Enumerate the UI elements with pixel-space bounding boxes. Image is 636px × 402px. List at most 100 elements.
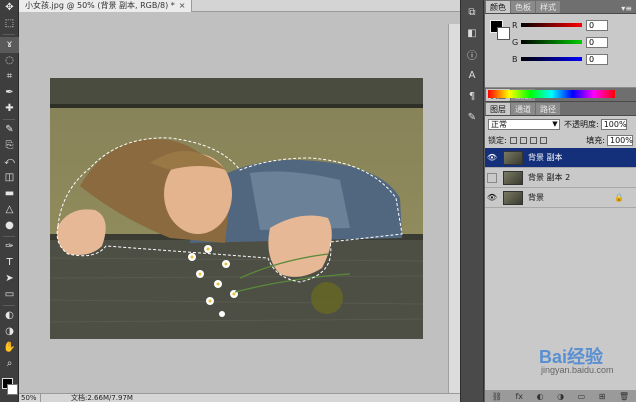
zoom-level[interactable]: 50% [19,394,41,402]
background-color-swatch[interactable] [497,27,510,40]
eraser-tool-icon[interactable]: ◫ [0,170,19,186]
canvas-area[interactable] [19,12,460,402]
layers-footer-icon[interactable]: ▭ [578,392,586,401]
channel-slider-r[interactable] [521,23,582,27]
healing-tool-icon[interactable]: ✚ [0,101,19,117]
stamp-tool-icon[interactable]: ⎘ [0,138,19,154]
layer-name: 背景 [528,193,544,202]
3d-orbit-tool-icon[interactable]: ◑ [0,324,19,340]
channel-slider-b[interactable] [521,57,582,61]
3d-rotate-tool-icon[interactable]: ◐ [0,308,19,324]
visibility-eye-icon[interactable]: 👁 [485,193,499,202]
lock-position-icon[interactable] [529,136,537,144]
panel-menu-icon[interactable]: ▾≡ [621,4,636,13]
opacity-label: 不透明度: [564,119,599,129]
brush-tool-icon[interactable]: ✎ [0,122,19,138]
panels-dock: 颜色 色板 样式 ▾≡ R G B [485,0,636,402]
blur-tool-icon[interactable]: △ [0,202,19,218]
layer-row[interactable]: 👁 背景 副本 [485,148,636,168]
info-panel-icon[interactable]: ⓘ [461,45,483,63]
layers-footer-icon[interactable]: ⛓ [492,392,502,401]
baidu-watermark-url: jingyan.baidu.com [541,365,614,375]
crop-tool-icon[interactable]: ⌗ [0,69,19,85]
blend-mode-value: 正常 [491,119,507,129]
collapsed-panels-strip: ⧉ ◧ ⓘ A ¶ ✎ [460,0,484,402]
color-swatches [0,376,18,402]
toolbar-divider [3,119,15,120]
zoom-tool-icon[interactable]: ⌕ [0,356,19,372]
lock-label: 锁定: [488,135,507,145]
lock-pixels-icon[interactable] [519,136,527,144]
layer-row[interactable]: 背景 副本 2 [485,168,636,188]
fill-field[interactable]: 100% [607,134,633,146]
background-color[interactable] [7,384,18,395]
layers-footer-icon[interactable]: ⊞ [599,392,606,401]
layer-thumbnail [503,170,523,185]
channel-row-g: G [512,36,608,48]
layers-footer-icon[interactable]: ◑ [557,392,564,401]
lock-options [509,136,547,144]
history-brush-tool-icon[interactable]: ⤺ [0,154,19,170]
tab-channels[interactable]: 通道 [511,103,535,115]
lock-all-icon[interactable] [539,136,547,144]
hand-tool-icon[interactable]: ✋ [0,340,19,356]
layer-name: 背景 副本 [528,153,563,162]
tools-panel: ✥ ⬚ ɤ ◌ ⌗ ✒ ✚ ✎ ⎘ ⤺ ◫ ▬ △ ● ✑ T ➤ ▭ ◐ ◑ ✋ ⌕ [0,0,19,402]
tab-styles[interactable]: 样式 [536,1,560,13]
visibility-eye-icon[interactable]: 👁 [485,153,499,162]
tab-color[interactable]: 颜色 [486,1,510,13]
quick-select-tool-icon[interactable]: ◌ [0,53,19,69]
layer-thumbnail [503,190,523,205]
color-panel-tabs: 颜色 色板 样式 ▾≡ [485,0,636,14]
photoshop-window: ✥ ⬚ ɤ ◌ ⌗ ✒ ✚ ✎ ⎘ ⤺ ◫ ▬ △ ● ✑ T ➤ ▭ ◐ ◑ ✋ ⌕ 小女孩.jpg @ 50% (背景… [0,0,636,402]
lock-row: 锁定: 填充: 100% [485,132,636,148]
close-icon[interactable]: × [179,1,186,10]
vertical-scrollbar[interactable] [448,24,460,402]
tab-paths[interactable]: 路径 [536,103,560,115]
opacity-field[interactable]: 100% [600,118,627,130]
color-spectrum-ramp[interactable] [488,90,615,98]
chevron-down-icon: ▼ [552,120,558,128]
channel-slider-g[interactable] [521,40,582,44]
status-bar: 50% 文档:2.66M/7.97M [19,393,460,402]
brushes-panel-icon[interactable]: ✎ [461,108,483,126]
eyedropper-tool-icon[interactable]: ✒ [0,85,19,101]
history-panel-icon[interactable]: ⧉ [461,3,483,21]
shape-tool-icon[interactable]: ▭ [0,287,19,303]
document-tab-bar: 小女孩.jpg @ 50% (背景 副本, RGB/8) * × [19,0,460,12]
marquee-tool-icon[interactable]: ⬚ [0,16,19,32]
image-canvas[interactable] [50,78,423,339]
character-panel-icon[interactable]: A [461,66,483,84]
toolbar-divider [3,305,15,306]
toolbar-divider [3,34,15,35]
visibility-toggle-empty[interactable] [487,172,497,183]
move-tool-icon[interactable]: ✥ [0,0,19,16]
layer-thumbnail [503,150,523,165]
lock-icon: 🔒 [614,193,624,202]
channel-row-r: R [512,19,608,31]
blend-mode-dropdown[interactable]: 正常 ▼ [488,118,560,130]
dodge-tool-icon[interactable]: ● [0,218,19,234]
document-window: 小女孩.jpg @ 50% (背景 副本, RGB/8) * × 50% 文档:… [19,0,460,402]
channel-value-r[interactable] [586,19,608,31]
layers-footer-icon[interactable]: ◐ [537,392,544,401]
document-tab[interactable]: 小女孩.jpg @ 50% (背景 副本, RGB/8) * × [19,0,193,12]
navigator-panel-icon[interactable]: ◧ [461,24,483,42]
fill-label: 填充: [586,135,605,145]
channel-value-b[interactable] [586,53,608,65]
layer-row[interactable]: 👁 背景 🔒 [485,188,636,208]
channel-value-g[interactable] [586,36,608,48]
layer-name: 背景 副本 2 [528,173,571,182]
tab-layers[interactable]: 图层 [486,103,510,115]
layers-footer-icon[interactable]: fx [515,392,523,401]
layers-footer-icon[interactable]: 🗑 [619,392,629,401]
tab-swatches[interactable]: 色板 [511,1,535,13]
pen-tool-icon[interactable]: ✑ [0,239,19,255]
paragraph-panel-icon[interactable]: ¶ [461,87,483,105]
toolbar-divider [3,236,15,237]
lock-transparent-icon[interactable] [509,136,517,144]
lasso-tool-icon[interactable]: ɤ [0,37,19,53]
gradient-tool-icon[interactable]: ▬ [0,186,19,202]
type-tool-icon[interactable]: T [0,255,19,271]
path-select-tool-icon[interactable]: ➤ [0,271,19,287]
